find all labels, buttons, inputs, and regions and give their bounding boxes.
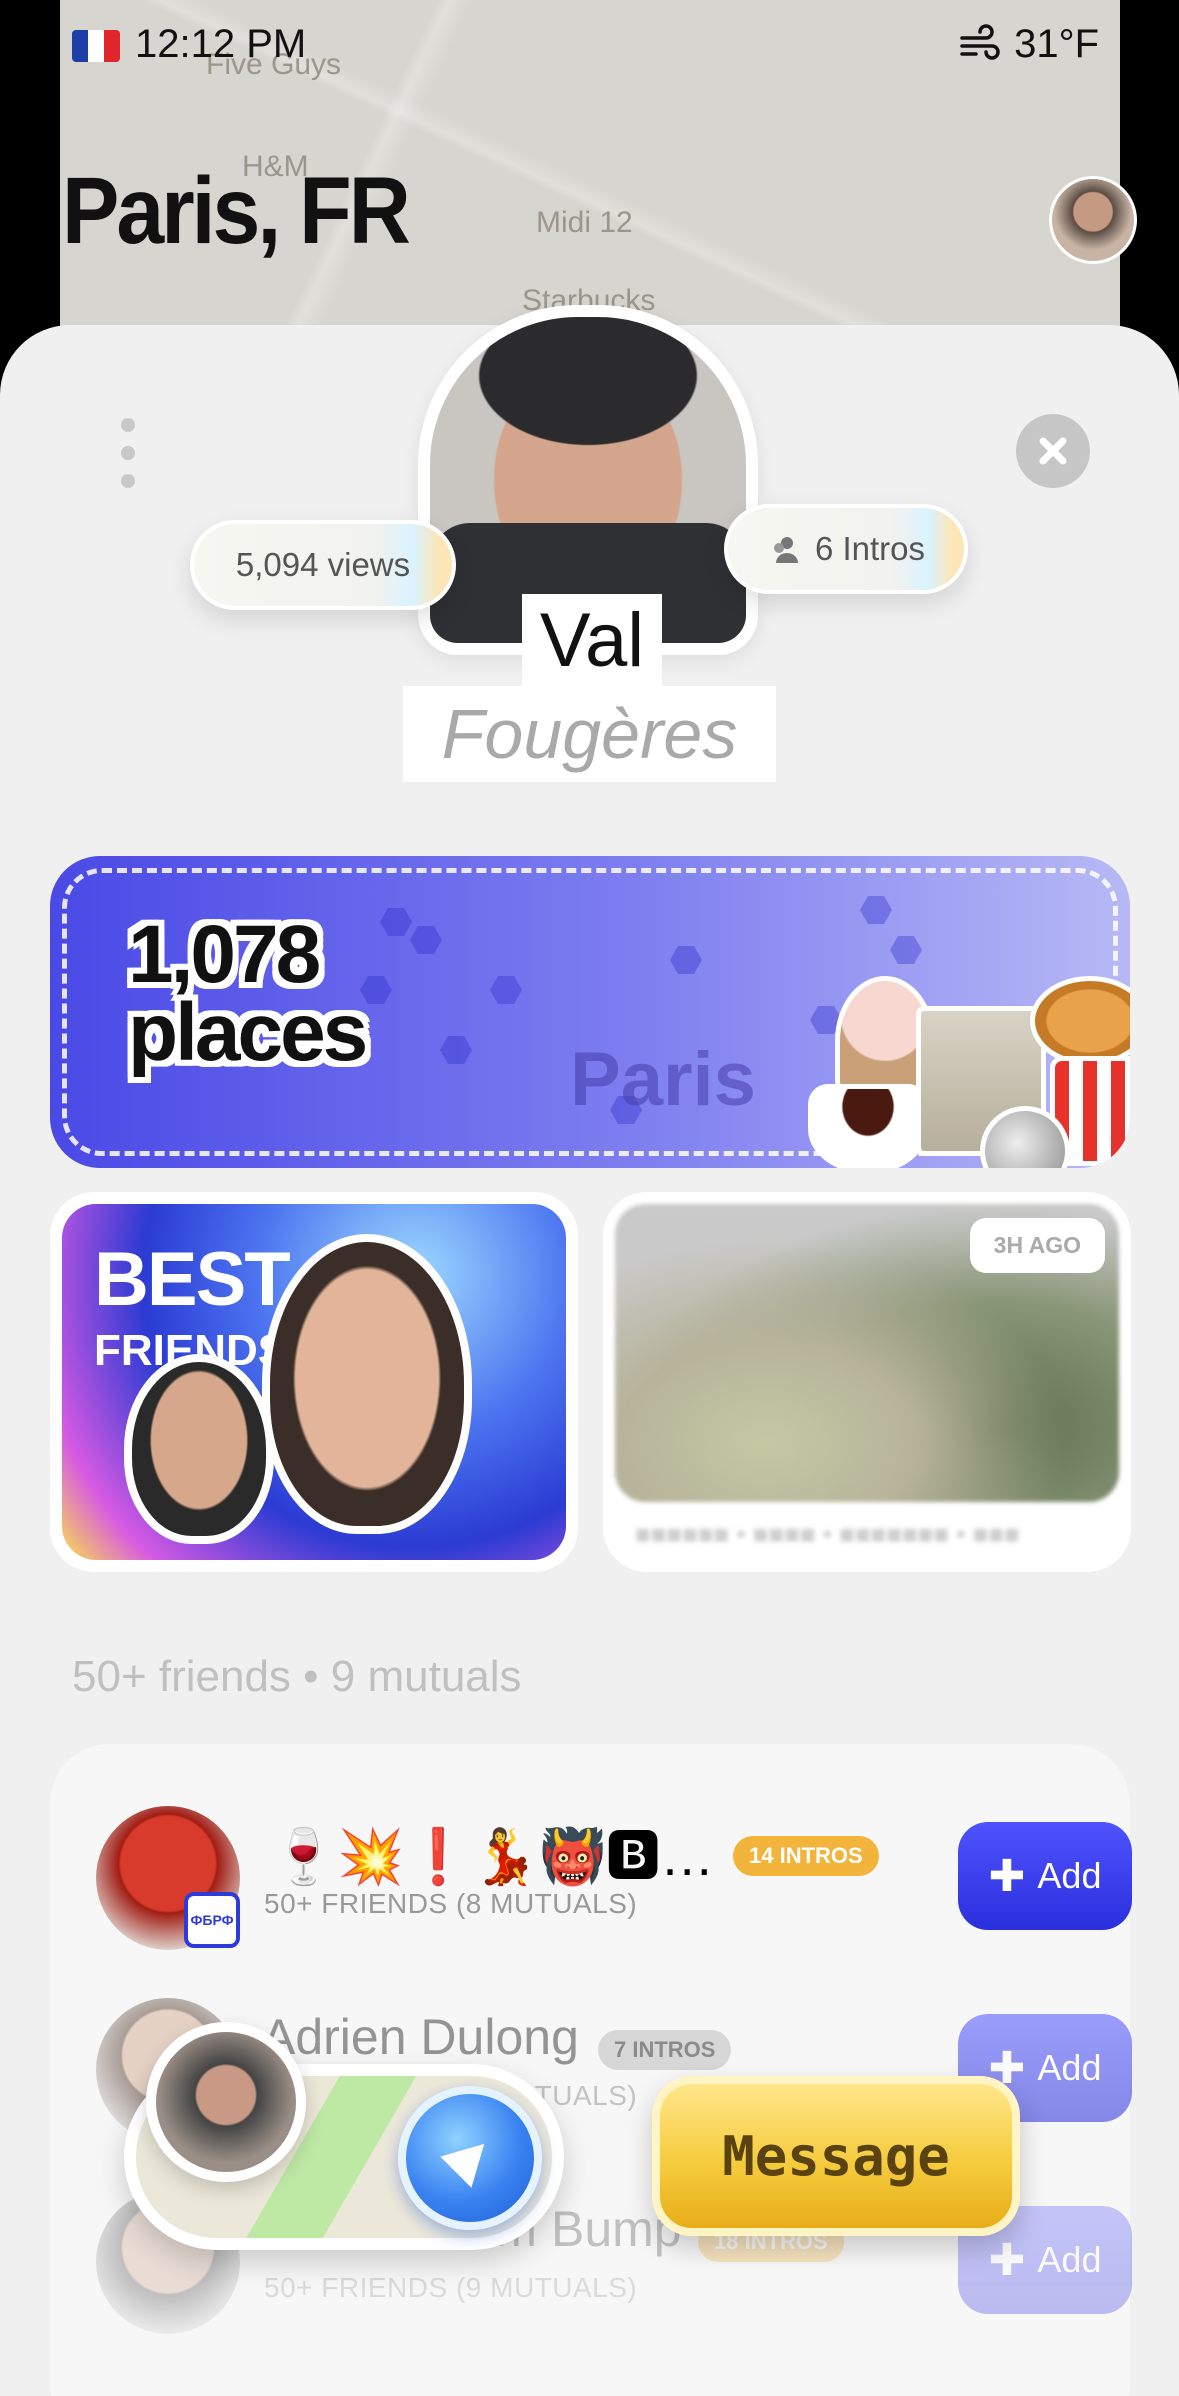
user-avatar[interactable] [146,2022,306,2182]
views-pill[interactable]: 5,094 views [190,520,456,610]
friend-face [262,1234,472,1534]
friend-subtitle: 50+ FRIENDS (9 MUTUALS) [264,2272,638,2303]
friend-name: Adrien Dulong [262,2009,579,2065]
plus-icon: ✚ [988,1851,1026,1901]
map-label: Midi 12 [536,206,633,239]
intros-pill[interactable]: 6 Intros [724,504,968,594]
friend-face [124,1354,274,1544]
intros-count: 6 Intros [814,530,926,567]
friend-subtitle: 50+ FRIENDS (8 MUTUALS) [264,1888,638,1919]
close-button[interactable] [1016,414,1090,488]
coffee-cup-sticker [808,1084,928,1168]
first-name: Val [522,594,662,686]
add-friend-button[interactable]: ✚ Add [958,1822,1132,1930]
avatar-tag: ФБРФ [184,1892,240,1948]
city-title: Paris, FR [62,158,411,264]
header-avatar[interactable] [1049,176,1137,264]
wind-icon [960,24,1000,60]
location-button[interactable] [398,2086,542,2230]
close-icon [1039,437,1067,465]
intros-badge: 7 INTROS [598,2030,732,2070]
friends-heading: 50+ friends • 9 mutuals [72,1652,522,1701]
people-icon [773,537,798,563]
recent-post-tile[interactable]: 3H AGO ■■■■■■ • ■■■■ • ■■■■■■■ • ■■■ [603,1192,1131,1572]
france-flag-icon [72,30,120,62]
places-city: Paris [570,1037,756,1122]
best-friends-tile[interactable]: BEST FRIENDS [50,1192,578,1572]
places-count: 1,078 places [128,909,368,1078]
message-button[interactable]: Message [652,2076,1020,2236]
friend-emoji-name: 🍷💥❗💃👹🅱… [270,1827,715,1887]
blurred-caption: ■■■■■■ • ■■■■ • ■■■■■■■ • ■■■ [635,1519,1020,1549]
plus-icon: ✚ [988,2235,1026,2285]
weather: 31°F [958,22,1099,67]
status-time: 12:12 PM [135,22,307,66]
places-banner[interactable]: 1,078 places Paris [50,856,1130,1168]
last-name: Fougères [403,686,776,782]
screen: Five Guys H&M Midi 12 Starbucks 12:12 PM… [0,0,1179,2396]
friend-row[interactable]: ФБРФ 🍷💥❗💃👹🅱… 14 INTROS 50+ FRIENDS (8 MU… [50,1776,1132,1956]
navigation-arrow-icon [440,2128,500,2188]
intros-badge: 14 INTROS [733,1836,879,1876]
time-ago-badge: 3H AGO [969,1218,1105,1273]
views-count: 5,094 views [235,546,411,583]
best-friends-title: BEST [94,1237,291,1322]
more-options-icon[interactable] [114,418,142,488]
temperature: 31°F [1014,22,1099,66]
